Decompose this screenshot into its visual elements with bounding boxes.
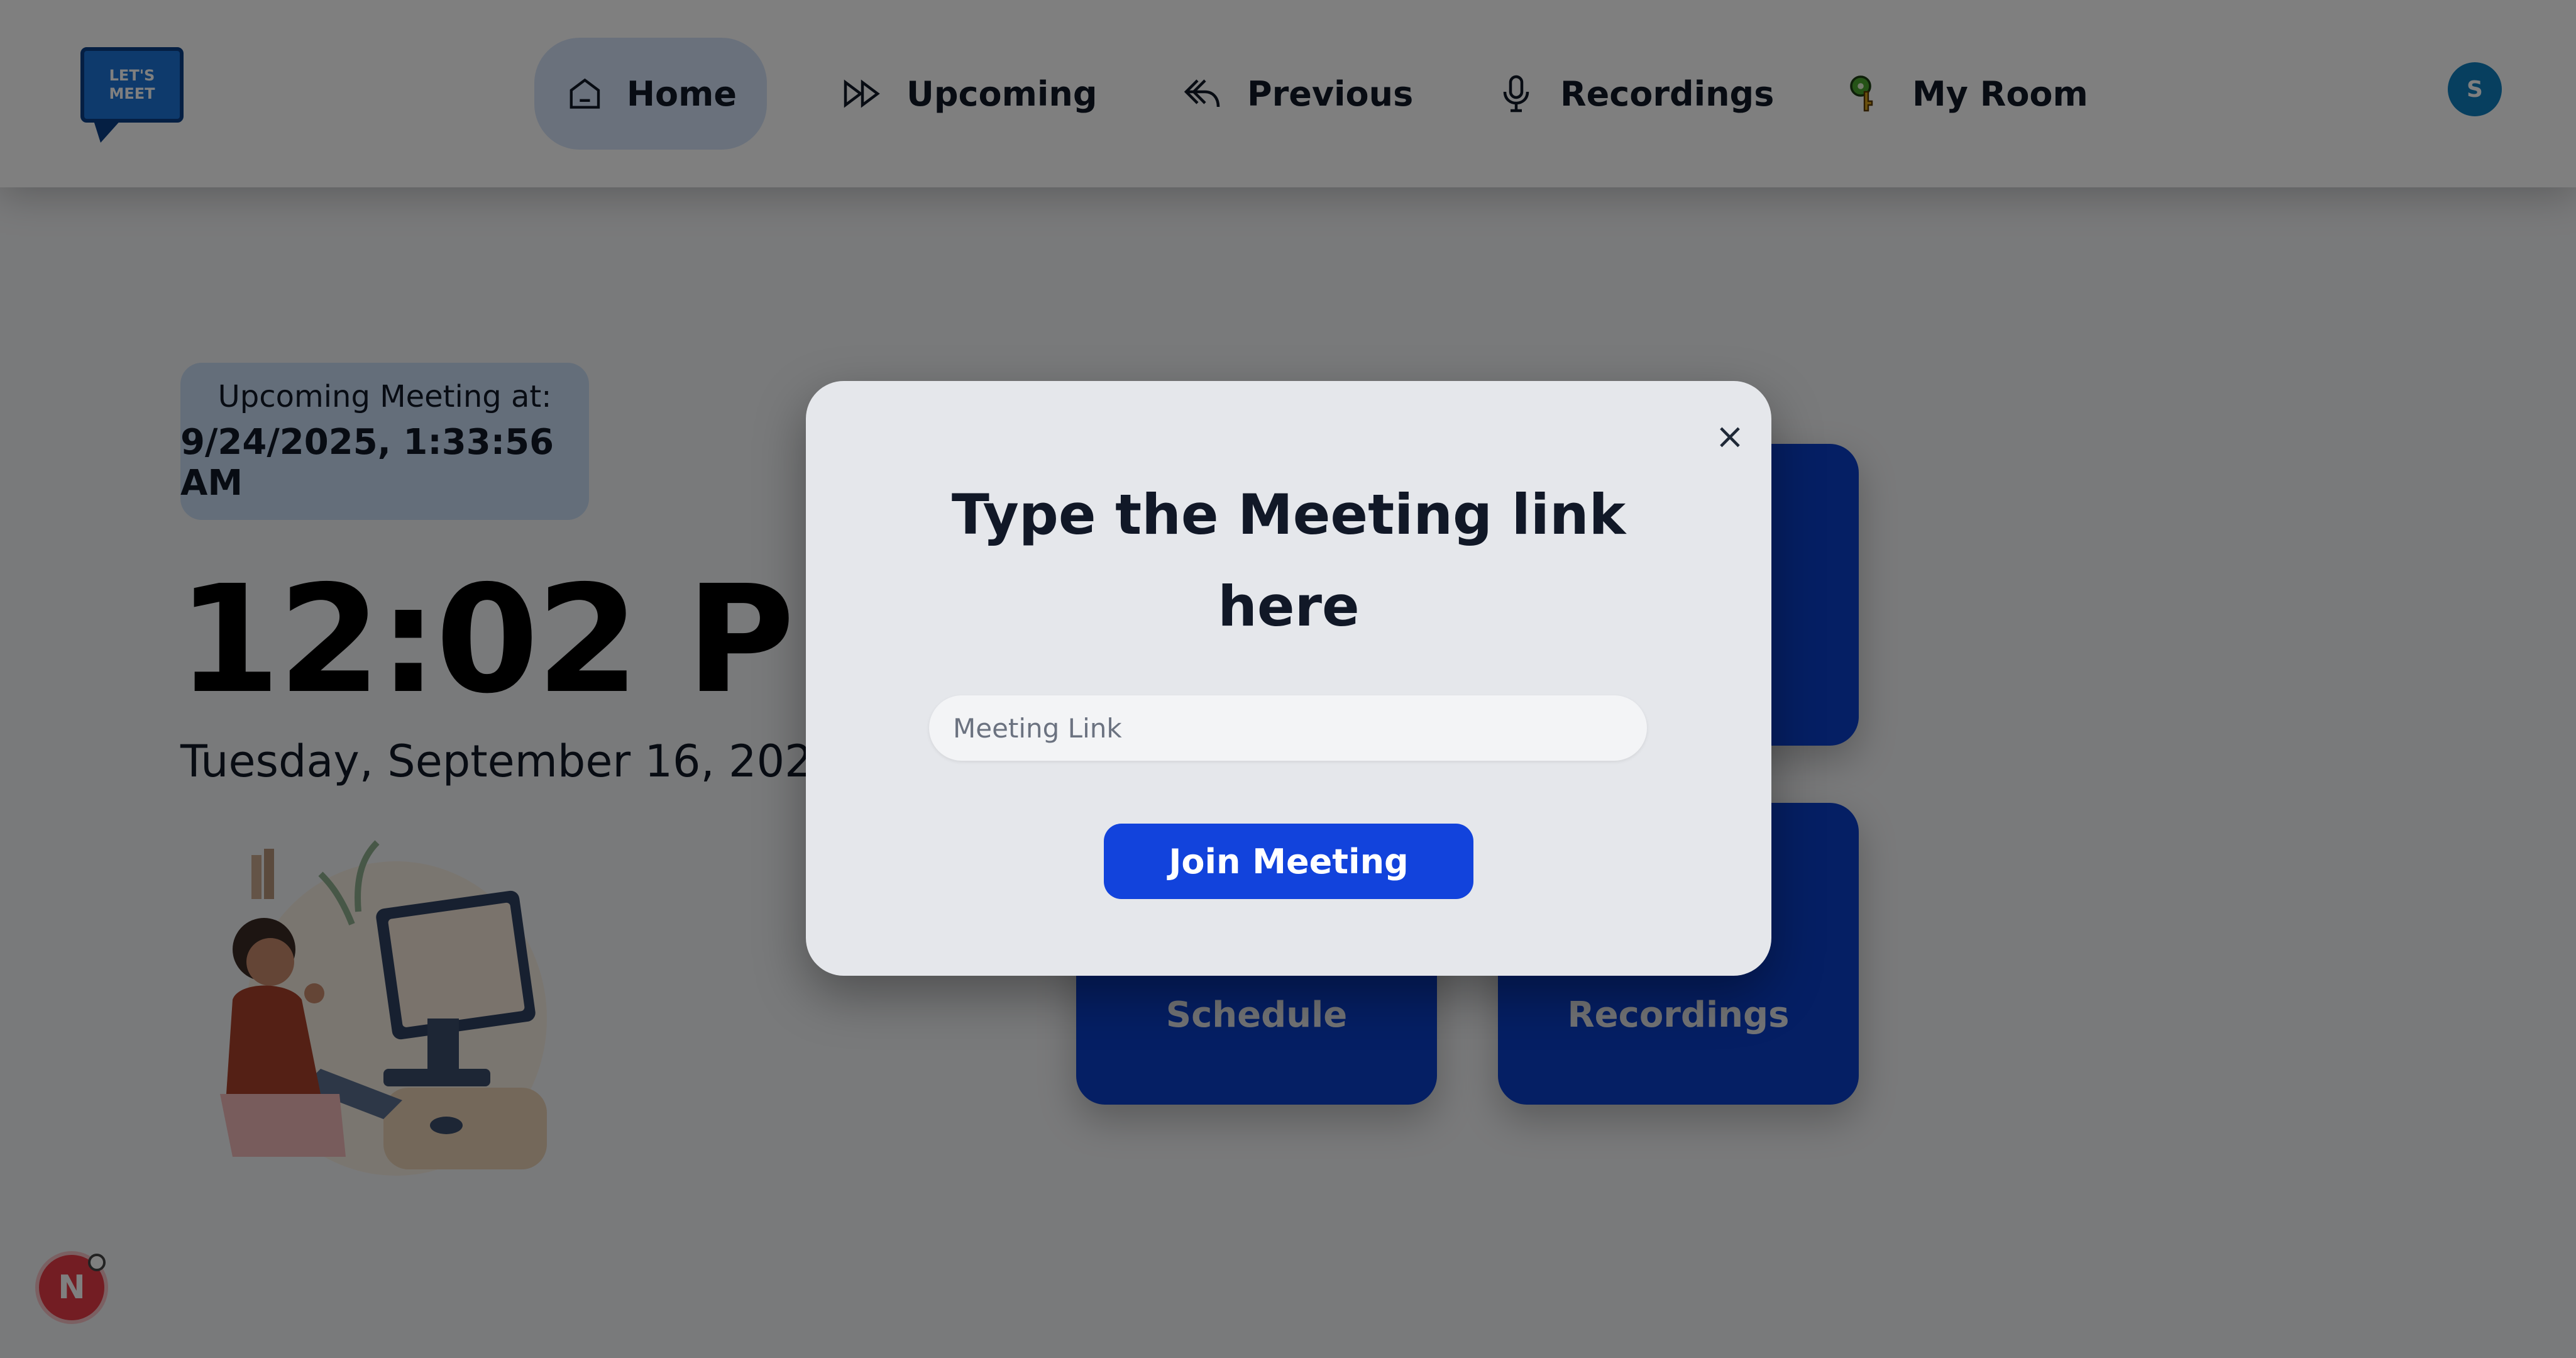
join-meeting-button[interactable]: Join Meeting xyxy=(1104,824,1473,899)
close-button[interactable]: × xyxy=(1707,414,1753,459)
modal-title: Type the Meeting link here xyxy=(806,469,1771,653)
modal-title-line-2: here xyxy=(1218,574,1360,639)
meeting-link-input[interactable] xyxy=(929,695,1647,761)
close-icon: × xyxy=(1715,416,1745,457)
join-meeting-modal: × Type the Meeting link here Join Meetin… xyxy=(806,381,1771,976)
modal-title-line-1: Type the Meeting link xyxy=(951,482,1626,547)
